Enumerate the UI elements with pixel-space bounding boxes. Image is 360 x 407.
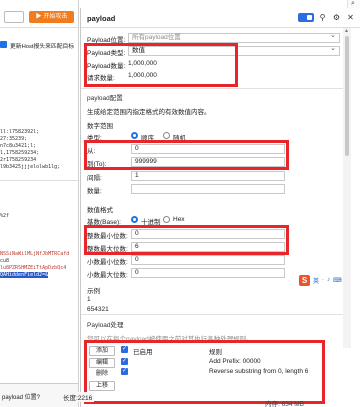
length-status: 长度:2216 (61, 392, 95, 402)
section-divider (81, 88, 343, 89)
section-divider (81, 314, 343, 315)
left-toolbar: ▶ 开始攻击 (0, 0, 78, 28)
ime-item[interactable]: · (322, 277, 324, 283)
update-host-label: 更新Host报头来匹配目标 (10, 44, 75, 50)
ime-logo-icon[interactable]: S (299, 274, 310, 286)
example-1: 1 (87, 296, 91, 303)
step-label: 间隔: (87, 175, 102, 182)
close-icon[interactable]: ✕ (345, 12, 356, 23)
request-editor-pane: ▶ 开始攻击 更新Host报头来匹配目标 ll:l7582392l; 27:35… (0, 0, 79, 407)
code-line: 27:35239; (0, 136, 28, 142)
memory-status: 内存: 634 MB (265, 401, 305, 407)
payload-position-select[interactable]: 所有payload位置 (128, 32, 340, 43)
how-many-label: 数量: (87, 188, 102, 195)
config-section-title: payload配置 (87, 95, 123, 102)
dialog-title: payload (87, 14, 116, 23)
attack-type-dropdown[interactable] (4, 11, 24, 23)
decimal-radio[interactable] (131, 216, 138, 223)
divider (0, 180, 78, 181)
example-2: 654321 (87, 306, 109, 313)
code-line: 2r1758259234 (0, 157, 37, 163)
update-host-row[interactable]: 更新Host报头来匹配目标 (0, 40, 78, 50)
config-description: 生成给定范围内指定格式的有效数值内容。 (87, 109, 211, 116)
max-frac-label: 小数最大位数: (87, 272, 128, 279)
pin-icon[interactable]: ⚲ (317, 12, 328, 23)
search-icon[interactable]: ⌕ (351, 0, 355, 8)
toggle-switch[interactable] (298, 13, 314, 22)
update-host-checkbox[interactable] (0, 41, 7, 48)
sequential-radio[interactable] (131, 132, 138, 139)
dialog-titlebar: payload ⚲ ⚙ ✕ (81, 8, 360, 28)
code-line: lu8PZRSHMZEiTtApDzbQc4 (0, 265, 67, 271)
payload-position-hint: payload 位置? (2, 395, 41, 401)
highlight-box (84, 225, 289, 255)
processing-title: Payload处理 (87, 322, 124, 329)
highlight-box (84, 340, 325, 404)
code-line: l9b3425jjjelolwb1lg; (0, 164, 61, 170)
payload-settings-dialog: payload ⚲ ⚙ ✕ Payload位置: 所有payload位置 Pay… (80, 8, 360, 407)
hex-label: Hex (173, 216, 185, 223)
ime-item[interactable]: 英 (313, 276, 319, 285)
format-title: 数值格式 (87, 207, 113, 214)
code-line: n7c8u3421;l; (0, 143, 37, 149)
random-radio[interactable] (163, 132, 170, 139)
keyboard-icon[interactable]: ⌨ (333, 277, 342, 284)
dialog-scrollbar[interactable]: ▲ (343, 28, 351, 348)
start-attack-label: 开始攻击 (43, 14, 68, 20)
step-input[interactable]: 1 (131, 171, 285, 181)
gear-icon[interactable]: ⚙ (331, 12, 342, 23)
microphone-icon[interactable]: ♪ (327, 277, 330, 283)
hex-radio[interactable] (163, 216, 170, 223)
scrollbar-thumb[interactable] (345, 36, 349, 156)
how-many-input[interactable] (131, 184, 285, 194)
code-line: %2f (0, 213, 10, 219)
code-line: NSSiNaWilMLjNfJbMTRCafd (0, 251, 70, 257)
code-line: cu8 (0, 258, 10, 264)
max-frac-input[interactable]: 0 (131, 268, 285, 278)
code-line: ll:l7582392l; (0, 129, 40, 135)
range-title: 数字范围 (87, 123, 113, 130)
example-title: 示例 (87, 288, 100, 295)
highlight-box (84, 43, 238, 87)
code-line: QAHiddenField2=& (0, 272, 49, 278)
start-attack-button[interactable]: ▶ 开始攻击 (29, 11, 74, 23)
min-frac-input[interactable]: 0 (131, 255, 285, 265)
highlighted-param: QAHiddenField2=& (0, 272, 49, 278)
code-line: l,1758259234; (0, 150, 40, 156)
highlight-box (84, 140, 289, 170)
min-frac-label: 小数最小位数: (87, 259, 128, 266)
